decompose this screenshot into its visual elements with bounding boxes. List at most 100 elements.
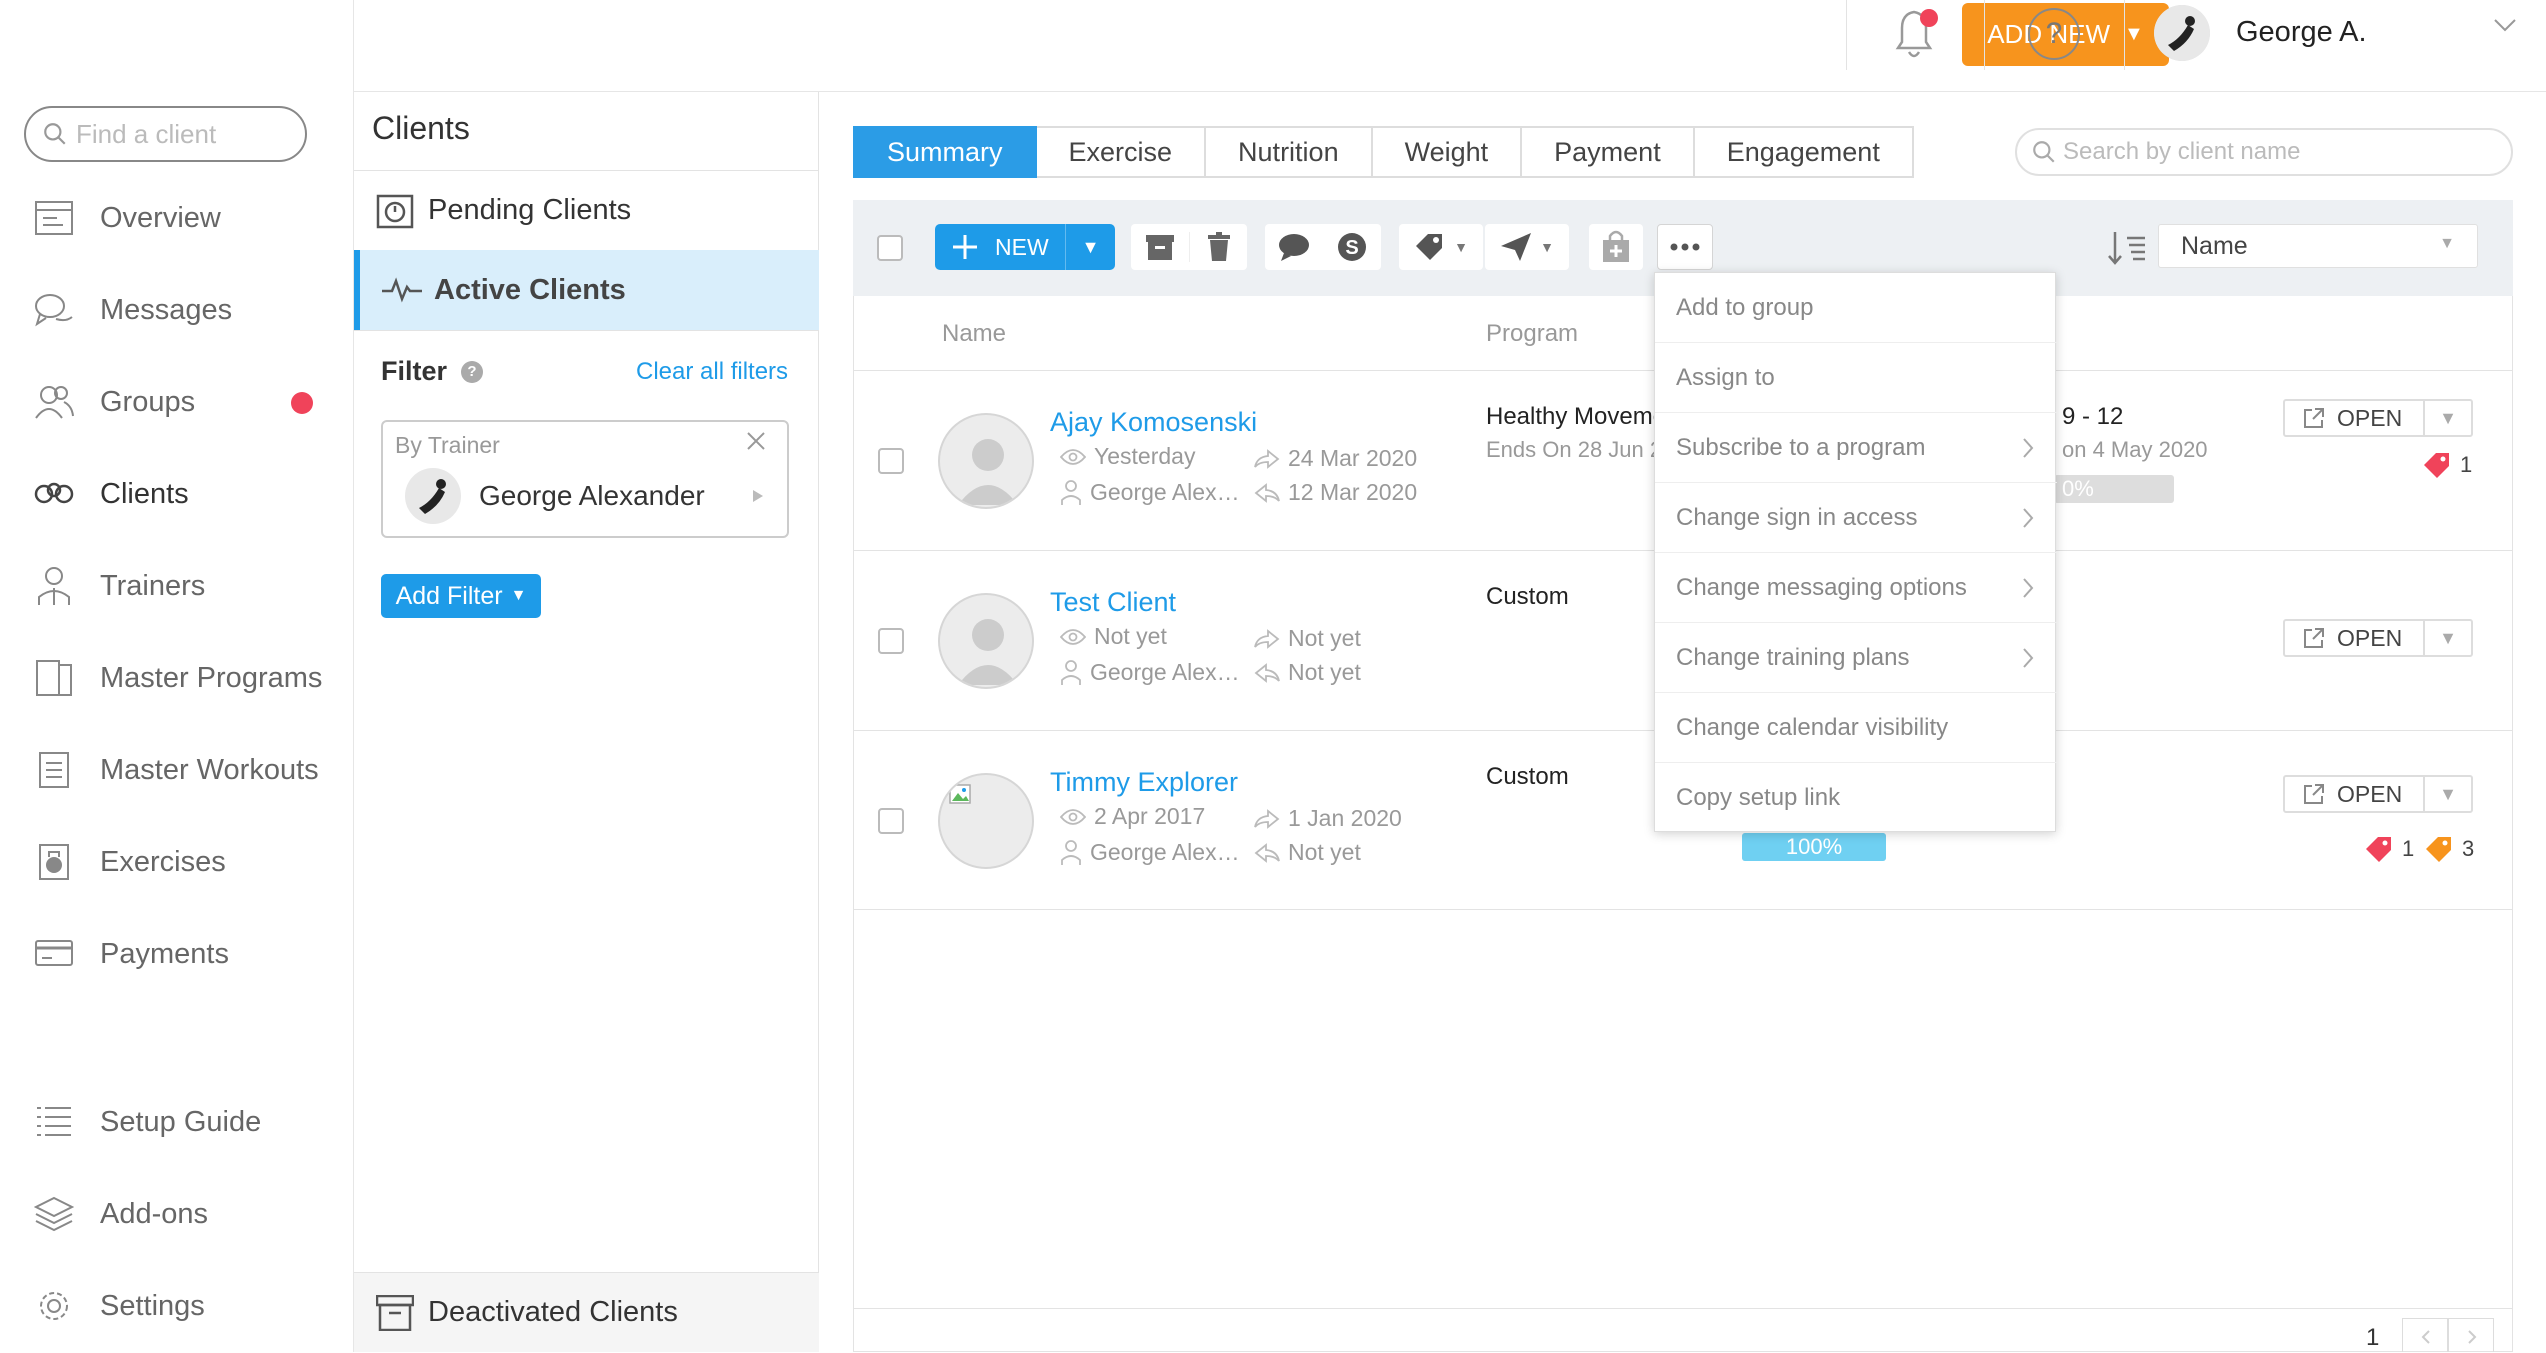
skype-icon[interactable]: S: [1323, 231, 1381, 263]
tab-payment[interactable]: Payment: [1522, 126, 1695, 178]
info-icon[interactable]: ?: [461, 360, 484, 383]
user-name[interactable]: George A.: [2236, 16, 2367, 49]
tag-icon: [1414, 232, 1446, 262]
tag-count-red: 1: [2422, 451, 2472, 479]
progress-text: 100%: [1785, 834, 1843, 859]
sidebar-item-overview[interactable]: Overview: [34, 188, 334, 248]
sort-order-icon[interactable]: [2107, 230, 2147, 266]
sidebar-item-exercises[interactable]: Exercises: [34, 832, 334, 892]
sidebar-item-settings[interactable]: Settings: [34, 1276, 334, 1336]
menu-item-copy-setup-link[interactable]: Copy setup link: [1655, 763, 2057, 833]
eye-icon: [1060, 628, 1086, 645]
last-message: Not yet: [1254, 625, 1361, 652]
shopping-bag-icon: [1601, 230, 1631, 264]
more-actions-button[interactable]: [1657, 224, 1713, 270]
menu-item-change-calendar-visibility[interactable]: Change calendar visibility: [1655, 693, 2057, 763]
find-client-placeholder: Find a client: [76, 118, 217, 149]
client-name-link[interactable]: Test Client: [1050, 587, 1176, 618]
column-header-name[interactable]: Name: [942, 320, 1006, 348]
tab-engagement[interactable]: Engagement: [1694, 126, 1914, 178]
pending-clients-label: Pending Clients: [428, 193, 632, 226]
open-button-main[interactable]: OPEN: [2285, 777, 2425, 811]
open-label: OPEN: [2337, 624, 2403, 651]
pending-clients-item[interactable]: Pending Clients: [354, 170, 819, 250]
open-client-button[interactable]: OPEN ▼: [2283, 619, 2473, 657]
trainer-filter-box[interactable]: By Trainer George Alexander: [381, 420, 789, 538]
search-icon: [2033, 141, 2055, 163]
deactivated-clients-item[interactable]: Deactivated Clients: [354, 1272, 819, 1352]
add-filter-button[interactable]: Add Filter ▼: [381, 574, 541, 618]
tab-weight[interactable]: Weight: [1372, 126, 1523, 178]
divider: [354, 330, 819, 331]
chevron-left-icon: [2421, 1330, 2430, 1344]
sidebar-item-payments[interactable]: Payments: [34, 924, 334, 984]
bell-icon[interactable]: [1884, 2, 1944, 64]
select-all-checkbox[interactable]: [877, 235, 903, 261]
top-bar: ADD NEW ▼ ? George A.: [354, 0, 2546, 92]
client-avatar[interactable]: [938, 593, 1034, 689]
tag-icon: [2424, 453, 2449, 478]
column-header-program[interactable]: Program: [1486, 320, 1578, 348]
eye-icon: [1060, 448, 1086, 465]
sidebar-item-master-programs[interactable]: Master Programs: [34, 648, 334, 708]
sidebar-item-label: Exercises: [100, 845, 226, 878]
sidebar-item-setup-guide[interactable]: Setup Guide: [34, 1092, 334, 1152]
tab-nutrition[interactable]: Nutrition: [1206, 126, 1373, 178]
menu-item-subscribe-program[interactable]: Subscribe to a program: [1655, 413, 2057, 483]
tab-exercise[interactable]: Exercise: [1036, 126, 1207, 178]
sidebar-item-add-ons[interactable]: Add-ons: [34, 1184, 334, 1244]
tab-summary[interactable]: Summary: [853, 126, 1037, 178]
sidebar-item-clients[interactable]: Clients: [34, 464, 334, 524]
tag-count-text: 1: [2402, 836, 2415, 861]
menu-item-label: Change sign in access: [1676, 503, 1918, 531]
client-avatar[interactable]: [938, 413, 1034, 509]
pagination-prev-button[interactable]: [2402, 1318, 2448, 1352]
user-avatar[interactable]: [2154, 5, 2210, 61]
pagination-current[interactable]: 1: [2366, 1324, 2379, 1352]
client-name-link[interactable]: Timmy Explorer: [1050, 767, 1238, 798]
active-clients-item[interactable]: Active Clients: [354, 250, 819, 330]
menu-item-add-to-group[interactable]: Add to group: [1655, 273, 2057, 343]
help-button[interactable]: ?: [2028, 8, 2080, 60]
find-client-input[interactable]: Find a client: [24, 106, 307, 162]
client-name-link[interactable]: Ajay Komosenski: [1050, 407, 1257, 438]
last-reply: 12 Mar 2020: [1254, 479, 1417, 506]
trash-icon[interactable]: [1189, 232, 1247, 262]
open-button-main[interactable]: OPEN: [2285, 621, 2425, 655]
menu-item-label: Add to group: [1676, 293, 1814, 321]
chat-bubble-icon[interactable]: [1265, 232, 1323, 262]
archive-delete-group: [1131, 224, 1247, 270]
row-checkbox[interactable]: [878, 808, 904, 834]
clear-all-filters-link[interactable]: Clear all filters: [636, 358, 788, 386]
caret-down-icon[interactable]: ▼: [1065, 224, 1115, 270]
archive-icon[interactable]: [1131, 233, 1189, 261]
new-client-button[interactable]: NEW ▼: [935, 224, 1115, 270]
sidebar-item-messages[interactable]: Messages: [34, 280, 334, 340]
tag-button[interactable]: ▼: [1399, 224, 1483, 270]
shop-bag-button[interactable]: [1589, 224, 1643, 270]
sidebar-item-master-workouts[interactable]: Master Workouts: [34, 740, 334, 800]
open-client-button[interactable]: OPEN ▼: [2283, 399, 2473, 437]
caret-down-icon[interactable]: ▼: [2425, 628, 2471, 649]
row-checkbox[interactable]: [878, 628, 904, 654]
send-button[interactable]: ▼: [1485, 224, 1569, 270]
menu-item-assign-to[interactable]: Assign to: [1655, 343, 2057, 413]
sort-by-select[interactable]: Name ▼: [2158, 224, 2478, 268]
sidebar-item-trainers[interactable]: Trainers: [34, 556, 334, 616]
caret-down-icon[interactable]: ▼: [2425, 408, 2471, 429]
menu-item-change-messaging-options[interactable]: Change messaging options: [1655, 553, 2057, 623]
row-checkbox[interactable]: [878, 448, 904, 474]
menu-item-change-sign-in-access[interactable]: Change sign in access: [1655, 483, 2057, 553]
client-avatar[interactable]: [938, 773, 1034, 869]
client-search-input[interactable]: Search by client name: [2015, 128, 2513, 176]
sidebar-item-groups[interactable]: Groups: [34, 372, 334, 432]
trainer-icon: [1061, 839, 1081, 865]
menu-item-change-training-plans[interactable]: Change training plans: [1655, 623, 2057, 693]
chevron-down-icon[interactable]: [2492, 16, 2518, 34]
open-button-main[interactable]: OPEN: [2285, 401, 2425, 435]
caret-down-icon[interactable]: ▼: [2425, 784, 2471, 805]
tag-count-text: 1: [2460, 452, 2473, 477]
pagination-next-button[interactable]: [2448, 1318, 2494, 1352]
open-client-button[interactable]: OPEN ▼: [2283, 775, 2473, 813]
close-icon[interactable]: [745, 430, 767, 452]
